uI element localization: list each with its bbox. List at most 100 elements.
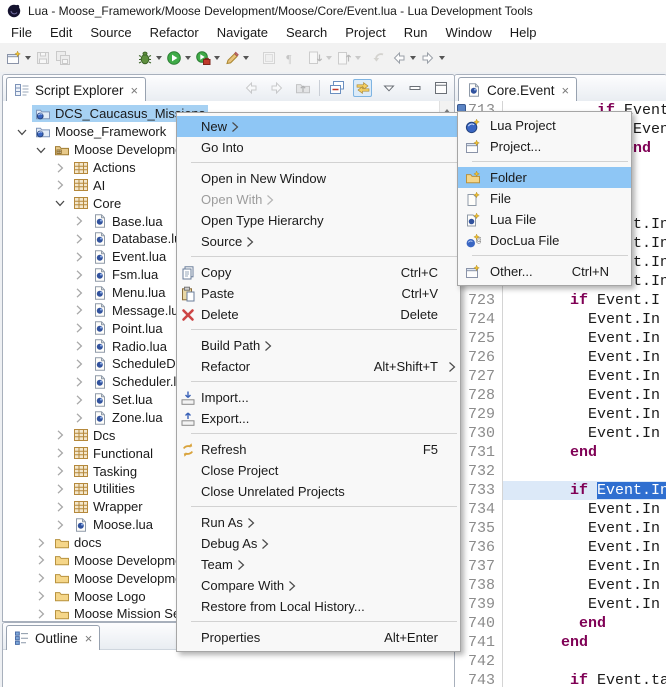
chevron-right-icon[interactable]	[31, 535, 51, 551]
menubar-help[interactable]: Help	[501, 23, 546, 42]
chevron-right-icon[interactable]	[69, 410, 89, 426]
code-line-742[interactable]: 742	[455, 652, 666, 671]
code-line-727[interactable]: 727 Event.In	[455, 367, 666, 386]
chevron-right-icon[interactable]	[50, 463, 70, 479]
dropdown-arrow-icon[interactable]	[326, 56, 332, 60]
chevron-right-icon[interactable]	[50, 481, 70, 497]
menu-item-go-into[interactable]: Go Into	[177, 137, 460, 158]
code-line-737[interactable]: 737 Event.In	[455, 557, 666, 576]
chevron-right-icon[interactable]	[50, 499, 70, 515]
menu-item-delete[interactable]: DeleteDelete	[177, 304, 460, 325]
menu-item-close-project[interactable]: Close Project	[177, 460, 460, 481]
minimize-button[interactable]	[405, 79, 424, 97]
code-line-740[interactable]: 740 end	[455, 614, 666, 633]
code-line-732[interactable]: 732	[455, 462, 666, 481]
debug-button[interactable]	[135, 47, 164, 69]
nav-up-button[interactable]	[293, 79, 312, 97]
link-with-editor-button[interactable]	[353, 79, 372, 97]
close-icon[interactable]: ×	[560, 83, 570, 98]
open-type-button[interactable]	[259, 47, 279, 69]
menubar-navigate[interactable]: Navigate	[208, 23, 277, 42]
chevron-right-icon[interactable]	[69, 213, 89, 229]
menu-item-run-as[interactable]: Run As	[177, 512, 460, 533]
menu-item-folder[interactable]: Folder	[458, 167, 631, 188]
menubar-refactor[interactable]: Refactor	[141, 23, 208, 42]
code-line-724[interactable]: 724 Event.In	[455, 310, 666, 329]
menubar-file[interactable]: File	[2, 23, 41, 42]
menu-item-restore-from-local-history[interactable]: Restore from Local History...	[177, 596, 460, 617]
code-line-731[interactable]: 731 end	[455, 443, 666, 462]
menubar-window[interactable]: Window	[437, 23, 501, 42]
dropdown-arrow-icon[interactable]	[243, 56, 249, 60]
last-edit-location-button[interactable]	[369, 47, 389, 69]
chevron-right-icon[interactable]	[69, 392, 89, 408]
menu-item-copy[interactable]: CopyCtrl+C	[177, 262, 460, 283]
menu-item-open-in-new-window[interactable]: Open in New Window	[177, 168, 460, 189]
tab-script-explorer[interactable]: Script Explorer ×	[6, 77, 146, 102]
chevron-right-icon[interactable]	[69, 285, 89, 301]
save-button[interactable]	[33, 47, 53, 69]
chevron-right-icon[interactable]	[69, 267, 89, 283]
chevron-right-icon[interactable]	[50, 160, 70, 176]
close-icon[interactable]: ×	[83, 631, 93, 646]
run-button[interactable]	[164, 47, 193, 69]
chevron-down-icon[interactable]	[12, 124, 32, 140]
code-line-739[interactable]: 739 Event.In	[455, 595, 666, 614]
code-line-729[interactable]: 729 Event.In	[455, 405, 666, 424]
code-line-723[interactable]: 723 if Event.I	[455, 291, 666, 310]
menu-item-close-unrelated-projects[interactable]: Close Unrelated Projects	[177, 481, 460, 502]
view-menu-button[interactable]	[379, 79, 398, 97]
prev-annotation-button[interactable]	[334, 47, 363, 69]
dropdown-arrow-icon[interactable]	[214, 56, 220, 60]
menubar-project[interactable]: Project	[336, 23, 394, 42]
code-line-741[interactable]: 741 end	[455, 633, 666, 652]
back-button[interactable]	[389, 47, 418, 69]
menu-item-refresh[interactable]: RefreshF5	[177, 439, 460, 460]
run-last-tool-button[interactable]	[193, 47, 222, 69]
code-line-743[interactable]: 743 if Event.ta	[455, 671, 666, 687]
chevron-right-icon[interactable]	[31, 570, 51, 586]
nav-forward-button[interactable]	[267, 79, 286, 97]
menu-item-export[interactable]: Export...	[177, 408, 460, 429]
dropdown-arrow-icon[interactable]	[25, 56, 31, 60]
collapse-all-button[interactable]	[327, 79, 346, 97]
maximize-button[interactable]	[431, 79, 450, 97]
menu-item-lua-project[interactable]: Lua Project	[458, 115, 631, 136]
menubar-edit[interactable]: Edit	[41, 23, 81, 42]
next-annotation-button[interactable]	[305, 47, 334, 69]
code-line-736[interactable]: 736 Event.In	[455, 538, 666, 557]
chevron-right-icon[interactable]	[50, 427, 70, 443]
code-line-734[interactable]: 734 Event.In	[455, 500, 666, 519]
chevron-right-icon[interactable]	[50, 177, 70, 193]
chevron-right-icon[interactable]	[31, 606, 51, 621]
menu-item-compare-with[interactable]: Compare With	[177, 575, 460, 596]
menubar-search[interactable]: Search	[277, 23, 336, 42]
chevron-right-icon[interactable]	[69, 374, 89, 390]
chevron-right-icon[interactable]	[31, 588, 51, 604]
code-line-725[interactable]: 725 Event.In	[455, 329, 666, 348]
chevron-right-icon[interactable]	[69, 320, 89, 336]
close-icon[interactable]: ×	[129, 83, 139, 98]
menu-item-properties[interactable]: PropertiesAlt+Enter	[177, 627, 460, 648]
chevron-right-icon[interactable]	[69, 231, 89, 247]
code-line-738[interactable]: 738 Event.In	[455, 576, 666, 595]
menu-item-lua-file[interactable]: Lua File	[458, 209, 631, 230]
code-line-730[interactable]: 730 Event.In	[455, 424, 666, 443]
forward-button[interactable]	[418, 47, 447, 69]
menu-item-project[interactable]: Project...	[458, 136, 631, 157]
dropdown-arrow-icon[interactable]	[156, 56, 162, 60]
dropdown-arrow-icon[interactable]	[410, 56, 416, 60]
menu-item-build-path[interactable]: Build Path	[177, 335, 460, 356]
chevron-down-icon[interactable]	[31, 142, 51, 158]
menubar-source[interactable]: Source	[81, 23, 140, 42]
menu-item-doclua-file[interactable]: @DocLua File	[458, 230, 631, 251]
dropdown-arrow-icon[interactable]	[355, 56, 361, 60]
menu-item-source[interactable]: Source	[177, 231, 460, 252]
code-line-733[interactable]: 733 if Event.In	[455, 481, 666, 500]
code-line-726[interactable]: 726 Event.In	[455, 348, 666, 367]
menu-item-team[interactable]: Team	[177, 554, 460, 575]
dropdown-arrow-icon[interactable]	[185, 56, 191, 60]
chevron-down-icon[interactable]	[50, 195, 70, 211]
chevron-right-icon[interactable]	[69, 338, 89, 354]
chevron-right-icon[interactable]	[31, 552, 51, 568]
